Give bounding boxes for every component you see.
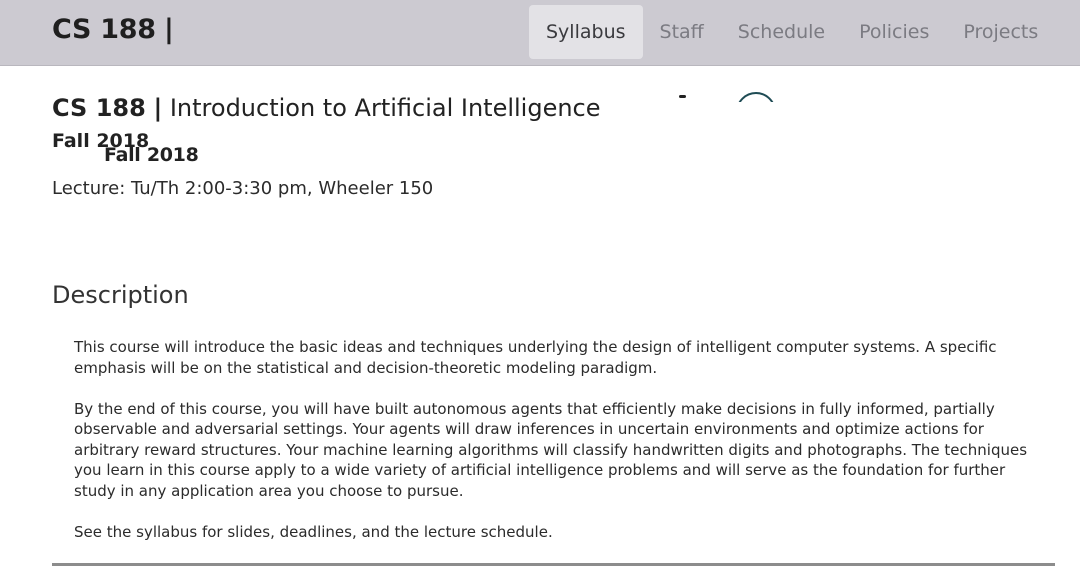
description-paragraph: By the end of this course, you will have…	[74, 399, 1028, 500]
site-brand[interactable]: CS 188 | Fall 2018	[52, 14, 199, 166]
brand-course-code: CS 188	[52, 14, 156, 45]
course-code: CS 188	[52, 94, 146, 122]
page-title: CS 188 | Introduction to Artificial Inte…	[52, 94, 601, 122]
course-name: Introduction to Artificial Intelligence	[169, 94, 601, 122]
title-separator: |	[153, 94, 163, 122]
top-navbar: CS 188 | Fall 2018 Syllabus Staff Schedu…	[0, 0, 1080, 166]
description-paragraph: This course will introduce the basic ide…	[74, 338, 997, 377]
decorative-arc-icon	[736, 92, 780, 102]
decorative-mark-icon	[679, 95, 686, 98]
nav-item-staff[interactable]: Staff	[643, 5, 721, 59]
nav-item-syllabus[interactable]: Syllabus	[529, 5, 643, 59]
description-paragraph: See the syllabus for slides, deadlines, …	[74, 522, 553, 541]
course-term: Fall 2018	[52, 130, 150, 152]
nav-item-projects[interactable]: Projects	[946, 5, 1055, 59]
brand-separator: |	[164, 14, 174, 45]
nav-menu: Syllabus Staff Schedule Policies Project…	[529, 5, 1055, 59]
description-body: This course will introduce the basic ide…	[74, 337, 1034, 563]
nav-item-policies[interactable]: Policies	[842, 5, 946, 59]
nav-item-schedule[interactable]: Schedule	[721, 5, 842, 59]
description-heading: Description	[52, 281, 189, 309]
section-divider	[52, 563, 1055, 566]
lecture-info: Lecture: Tu/Th 2:00-3:30 pm, Wheeler 150	[52, 178, 434, 199]
